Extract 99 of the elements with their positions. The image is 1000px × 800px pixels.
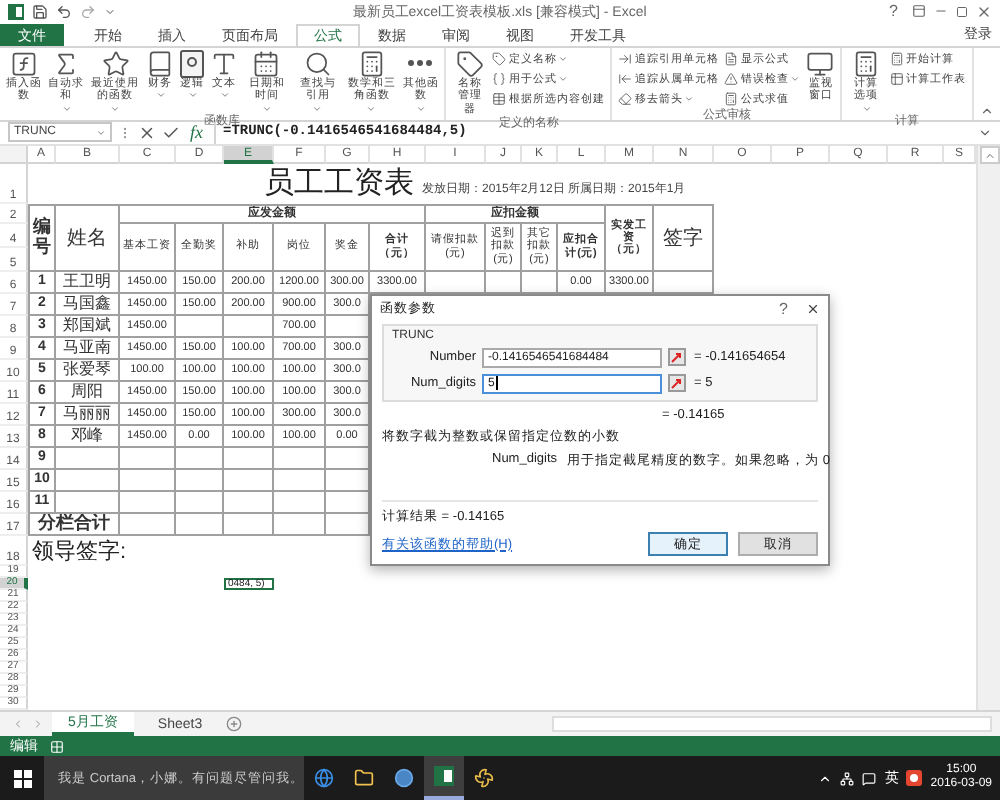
tray-overflow-icon[interactable] xyxy=(818,771,833,785)
help-button[interactable]: ? xyxy=(889,2,898,21)
insert-function-button[interactable]: fx xyxy=(186,122,207,143)
folder-icon xyxy=(354,768,374,788)
arrow-icon xyxy=(618,71,633,86)
sphere-icon xyxy=(394,768,414,788)
ribbon-display-icon[interactable] xyxy=(912,4,926,19)
caret-icon xyxy=(155,90,166,101)
enter-icon[interactable] xyxy=(162,123,180,142)
expand-icon[interactable] xyxy=(978,125,992,140)
table-cell: 马丽丽 xyxy=(56,404,120,426)
empty-cell xyxy=(120,470,176,492)
caret-icon xyxy=(61,103,72,114)
function-icon xyxy=(10,49,39,78)
collapse-ribbon-icon[interactable] xyxy=(980,103,994,118)
globe-icon xyxy=(314,768,334,788)
caret-icon xyxy=(415,103,426,114)
table-cell: 马国鑫 xyxy=(56,294,120,316)
table-cell: 郑国斌 xyxy=(56,316,120,338)
tag-icon xyxy=(455,49,484,78)
star-icon xyxy=(101,49,130,78)
caret-icon xyxy=(261,103,272,114)
empty-cell xyxy=(176,316,224,338)
monitor-icon xyxy=(806,49,835,78)
empty-cell xyxy=(176,492,224,514)
empty-cell xyxy=(176,514,224,536)
cancel-icon[interactable] xyxy=(138,123,156,142)
taskbar-app[interactable] xyxy=(424,756,464,800)
empty-cell xyxy=(274,470,326,492)
pinwheel-icon xyxy=(474,768,494,788)
warning-icon xyxy=(724,71,739,86)
tray-app-icon[interactable] xyxy=(906,770,923,786)
table-header: 签字 xyxy=(654,204,714,272)
close-icon[interactable] xyxy=(806,301,820,315)
empty-cell xyxy=(274,514,326,536)
empty-cell xyxy=(274,448,326,470)
caret-icon xyxy=(219,90,230,101)
caret-icon xyxy=(96,127,106,138)
caret-icon xyxy=(861,103,872,114)
more-icon xyxy=(408,59,433,66)
network-icon[interactable] xyxy=(840,771,855,785)
calendar-icon xyxy=(252,49,281,78)
windows-logo-icon xyxy=(13,769,31,787)
eraser-icon xyxy=(618,91,633,106)
range-picker-icon[interactable] xyxy=(668,348,686,366)
horizontal-scrollbar[interactable] xyxy=(552,716,992,732)
empty-cell xyxy=(224,448,274,470)
arrow-icon xyxy=(618,51,633,66)
empty-cell xyxy=(120,492,176,514)
empty-cell xyxy=(120,514,176,536)
search-icon xyxy=(303,49,332,78)
braces-icon xyxy=(492,71,507,86)
calculator-icon xyxy=(890,51,904,66)
add-sheet-icon[interactable] xyxy=(226,716,243,732)
text-icon xyxy=(210,49,239,78)
save-icon[interactable] xyxy=(32,3,48,20)
book-icon xyxy=(146,49,175,78)
range-picker-icon[interactable] xyxy=(668,374,686,392)
caret-icon xyxy=(684,93,695,104)
empty-cell xyxy=(224,470,274,492)
empty-cell xyxy=(56,470,120,492)
empty-cell xyxy=(176,448,224,470)
message-icon[interactable] xyxy=(862,771,877,785)
help-button[interactable]: ? xyxy=(779,299,788,317)
restore-icon[interactable] xyxy=(956,5,968,18)
table-cell: 邓峰 xyxy=(56,426,120,448)
tag-icon xyxy=(492,51,507,66)
table-cell: 马亚南 xyxy=(56,338,120,360)
empty-cell xyxy=(176,470,224,492)
document-icon xyxy=(724,51,739,66)
table-icon xyxy=(890,71,904,86)
table-cell: 张爱琴 xyxy=(56,360,120,382)
spreadsheet-app-icon xyxy=(434,766,454,786)
caret-icon xyxy=(312,103,323,114)
caret-icon xyxy=(187,90,198,101)
calculator-icon xyxy=(357,49,386,78)
undo-icon[interactable] xyxy=(56,3,72,20)
empty-cell xyxy=(56,448,120,470)
table-icon xyxy=(492,91,507,106)
table-cell: 周阳 xyxy=(56,382,120,404)
sheet-title: 员工工资表 xyxy=(264,164,414,202)
empty-cell xyxy=(224,514,274,536)
caret-icon xyxy=(790,73,801,84)
table-header: 姓名 xyxy=(56,204,120,272)
macro-icon[interactable] xyxy=(50,739,64,753)
table-header: 编号 xyxy=(28,204,56,272)
empty-cell xyxy=(274,492,326,514)
close-icon[interactable] xyxy=(976,3,992,20)
empty-cell xyxy=(224,492,274,514)
empty-cell xyxy=(56,492,120,514)
signature-label: 领导签字: xyxy=(30,537,129,566)
vertical-scrollbar[interactable] xyxy=(976,146,1000,710)
caret-icon xyxy=(366,103,377,114)
empty-cell xyxy=(120,448,176,470)
calculator-icon xyxy=(724,91,739,106)
empty-cell xyxy=(224,316,274,338)
table-cell: 王卫明 xyxy=(56,272,120,294)
calculator-icon xyxy=(852,49,881,78)
caret-icon xyxy=(110,103,121,114)
